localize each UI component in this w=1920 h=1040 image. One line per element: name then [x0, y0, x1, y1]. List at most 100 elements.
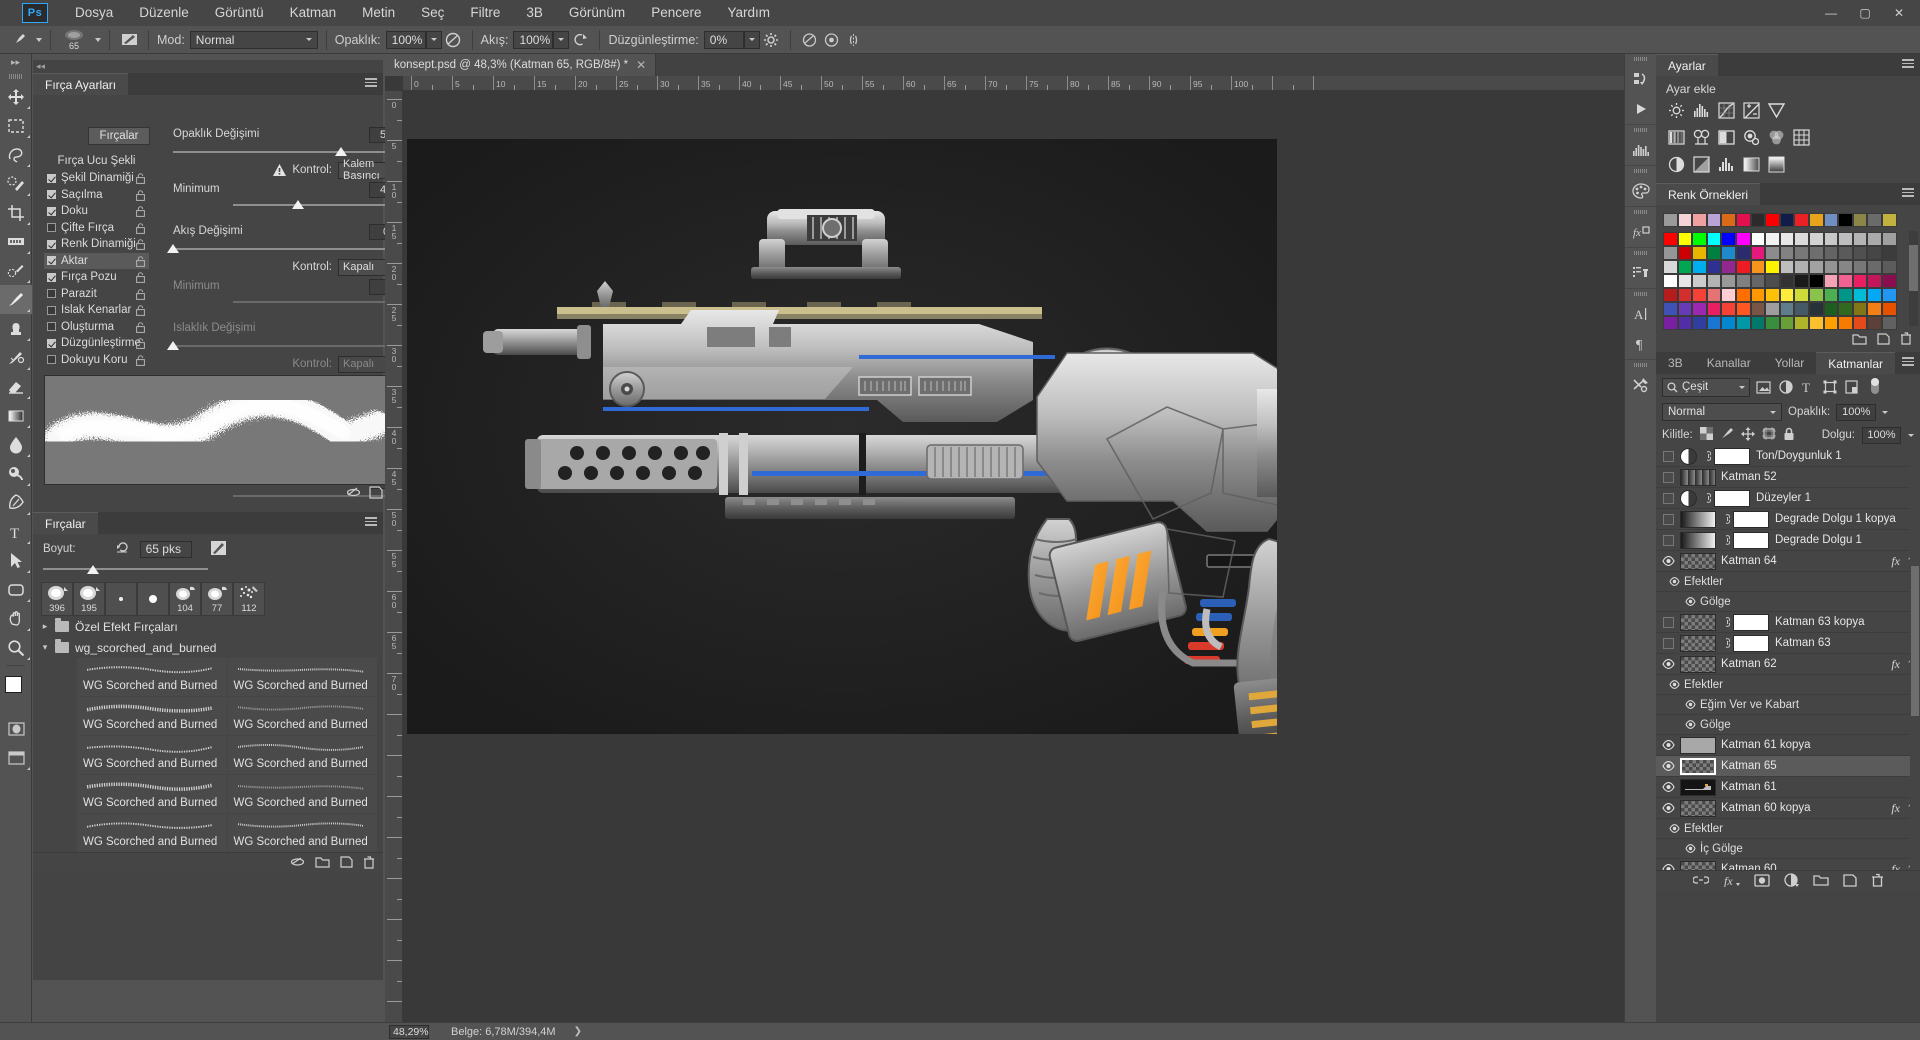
eye-icon[interactable] — [1685, 720, 1696, 729]
panel-menu-icon[interactable] — [365, 78, 377, 88]
layer-row[interactable]: Katman 61 kopya — [1656, 735, 1920, 756]
lock-icon[interactable] — [136, 288, 145, 300]
layer-mask-thumbnail[interactable] — [1733, 634, 1769, 652]
smoothing-dropdown[interactable] — [743, 30, 760, 49]
layer-mask-thumbnail[interactable] — [1714, 447, 1750, 465]
effect-visibility-toggle[interactable] — [1656, 700, 1700, 709]
color-swatch[interactable] — [1721, 302, 1736, 316]
shape-tool[interactable] — [0, 575, 32, 604]
delete-swatch-icon[interactable] — [1900, 332, 1912, 348]
color-swatch[interactable] — [1823, 288, 1839, 302]
color-swatch[interactable] — [1706, 260, 1722, 274]
color-swatch[interactable] — [1838, 302, 1853, 316]
color-swatch[interactable] — [1881, 288, 1897, 302]
chevron-down-icon[interactable]: ▾ — [41, 642, 49, 653]
brush-option-aktar[interactable]: Aktar — [44, 252, 149, 269]
color-swatch[interactable] — [1663, 302, 1678, 316]
checkbox[interactable] — [47, 322, 56, 332]
gradient-tool[interactable] — [0, 401, 32, 430]
lock-icon[interactable] — [136, 321, 145, 333]
color-swatch[interactable] — [1663, 232, 1678, 246]
brush-option-doku[interactable]: Doku — [44, 203, 149, 220]
brush-preset-picker[interactable]: 65 — [59, 29, 89, 51]
pressure-opacity-icon[interactable] — [442, 29, 464, 51]
color-swatch[interactable] — [1750, 316, 1766, 330]
dock-grip[interactable] — [1625, 289, 1656, 299]
layer-thumbnail[interactable] — [1680, 613, 1716, 631]
minimum-slider[interactable] — [173, 297, 413, 308]
layer-effect-row[interactable]: Gölge — [1656, 715, 1920, 735]
new-group-icon[interactable] — [315, 856, 330, 871]
layer-filter-kind-select[interactable]: Çeşit — [1662, 377, 1750, 397]
color-swatch[interactable] — [1765, 302, 1780, 316]
styles-fx-icon[interactable]: fx — [1625, 217, 1656, 247]
color-swatch[interactable] — [1706, 302, 1722, 316]
color-swatch[interactable] — [1663, 274, 1678, 288]
clone-source-icon[interactable] — [1625, 258, 1656, 288]
checkbox[interactable] — [47, 355, 56, 365]
layer-mask-thumbnail[interactable] — [1714, 489, 1750, 507]
recent-swatch[interactable] — [1677, 213, 1693, 227]
color-swatch[interactable] — [1706, 288, 1722, 302]
dock-grip[interactable] — [1625, 360, 1656, 370]
checkbox[interactable] — [47, 272, 56, 282]
brush-tool[interactable] — [0, 285, 32, 314]
lock-position-icon[interactable] — [1740, 426, 1755, 444]
color-swatch[interactable] — [1779, 246, 1795, 260]
color-swatch[interactable] — [1794, 274, 1809, 288]
color-swatch[interactable] — [1735, 246, 1751, 260]
move-tool[interactable] — [0, 82, 32, 111]
color-swatch[interactable] — [1750, 288, 1766, 302]
toggle-brush-live-tip-icon[interactable] — [346, 486, 361, 502]
gradient-map-icon[interactable] — [1743, 156, 1760, 173]
color-swatch[interactable] — [1750, 246, 1766, 260]
history-icon[interactable] — [1625, 64, 1656, 94]
brush-list-item[interactable]: WG Scorched and Burned — [77, 697, 227, 735]
color-swatch[interactable] — [1794, 260, 1809, 274]
tab-yollar[interactable]: Yollar — [1762, 352, 1817, 374]
color-swatch[interactable] — [1765, 246, 1780, 260]
color-swatch[interactable] — [1881, 260, 1897, 274]
close-button[interactable]: ✕ — [1882, 0, 1916, 26]
tab-swatches[interactable]: Renk Örnekleri — [1656, 183, 1761, 205]
layer-visibility-toggle[interactable] — [1656, 637, 1680, 649]
color-swatch[interactable] — [1838, 260, 1853, 274]
horizontal-ruler[interactable]: 0 5 10 15 20 25 30 35 40 45 50 55 60 65 70 75 80 85 90 95 10… — [403, 76, 1624, 91]
color-swatch[interactable] — [1750, 302, 1766, 316]
eye-icon[interactable] — [1685, 700, 1696, 709]
brush-list-item[interactable]: WG Scorched and Burned — [227, 736, 377, 774]
color-swatch[interactable] — [1881, 316, 1897, 330]
color-swatch[interactable] — [1735, 302, 1751, 316]
eraser-tool[interactable] — [0, 372, 32, 401]
toolbar-expand-button[interactable]: ▸▸ — [0, 54, 31, 70]
color-swatch[interactable] — [1706, 316, 1722, 330]
layer-visibility-toggle[interactable] — [1656, 864, 1680, 870]
photo-filter-icon[interactable] — [1743, 129, 1760, 146]
histogram-icon[interactable] — [1625, 135, 1656, 165]
brush-tool-icon[interactable] — [8, 29, 30, 51]
quick-mask-toggle[interactable] — [0, 714, 32, 743]
color-swatch[interactable] — [1677, 274, 1693, 288]
color-swatch[interactable] — [1823, 302, 1839, 316]
layer-effects-group[interactable]: Efektler — [1656, 819, 1920, 839]
foreground-color-swatch[interactable] — [5, 676, 22, 693]
crop-tool[interactable] — [0, 198, 32, 227]
layer-visibility-toggle[interactable] — [1656, 803, 1680, 813]
pen-tool[interactable] — [0, 488, 32, 517]
menu-item-yard-m[interactable]: Yardım — [714, 0, 783, 26]
lock-icon[interactable] — [136, 222, 145, 234]
recent-swatch[interactable] — [1750, 213, 1766, 227]
brush-list-item[interactable]: WG Scorched and Burned — [227, 658, 377, 696]
color-swatch[interactable] — [1823, 232, 1839, 246]
brush-preset-chevron-icon[interactable] — [95, 37, 101, 42]
tab-katmanlar[interactable]: Katmanlar — [1816, 352, 1895, 374]
brush-list-item[interactable]: WG Scorched and Burned — [227, 814, 377, 852]
lock-icon[interactable] — [136, 272, 145, 283]
new-swatch-group-icon[interactable] — [1852, 333, 1867, 348]
brush-folder-wg-scorched-and-burned[interactable]: ▾ wg_scorched_and_burned — [33, 637, 383, 658]
color-swatch[interactable] — [1735, 316, 1751, 330]
color-swatch[interactable] — [1838, 246, 1853, 260]
checkbox[interactable] — [47, 305, 56, 315]
color-swatch[interactable] — [1808, 316, 1824, 330]
maximize-button[interactable]: ▢ — [1848, 0, 1882, 26]
